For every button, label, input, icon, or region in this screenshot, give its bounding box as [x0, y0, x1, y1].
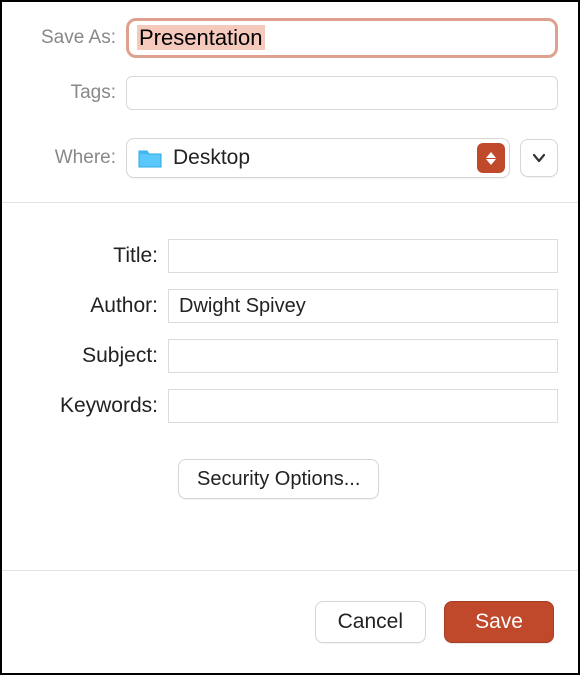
title-label: Title: — [22, 244, 168, 268]
where-value: Desktop — [173, 146, 477, 170]
security-options-button[interactable]: Security Options... — [178, 459, 379, 499]
where-label: Where: — [22, 147, 126, 169]
tags-field[interactable] — [126, 76, 558, 110]
cancel-button[interactable]: Cancel — [315, 601, 426, 643]
save-as-label: Save As: — [22, 27, 126, 49]
where-dropdown[interactable]: Desktop — [126, 138, 510, 178]
updown-stepper-icon — [477, 143, 505, 173]
subject-field[interactable] — [168, 339, 558, 373]
subject-label: Subject: — [22, 344, 168, 368]
save-as-field[interactable]: Presentation — [126, 18, 558, 58]
chevron-down-icon — [532, 151, 546, 165]
where-row: Where: Desktop — [22, 138, 558, 178]
save-button[interactable]: Save — [444, 601, 554, 643]
keywords-field[interactable] — [168, 389, 558, 423]
save-as-value[interactable]: Presentation — [137, 25, 265, 50]
metadata-section: Title: Author: Subject: Keywords: Securi… — [2, 203, 578, 519]
tags-row: Tags: — [22, 76, 558, 110]
title-row: Title: — [22, 239, 558, 273]
title-field[interactable] — [168, 239, 558, 273]
author-row: Author: — [22, 289, 558, 323]
expand-button[interactable] — [520, 139, 558, 177]
dialog-footer: Cancel Save — [2, 570, 578, 673]
tags-label: Tags: — [22, 82, 126, 104]
subject-row: Subject: — [22, 339, 558, 373]
author-label: Author: — [22, 294, 168, 318]
keywords-row: Keywords: — [22, 389, 558, 423]
file-section: Save As: Presentation Tags: Where: — [2, 2, 578, 202]
keywords-label: Keywords: — [22, 394, 168, 418]
save-as-row: Save As: Presentation — [22, 18, 558, 58]
author-field[interactable] — [168, 289, 558, 323]
save-dialog: Save As: Presentation Tags: Where: — [0, 0, 580, 675]
spacer — [2, 519, 578, 570]
folder-icon — [137, 147, 163, 169]
